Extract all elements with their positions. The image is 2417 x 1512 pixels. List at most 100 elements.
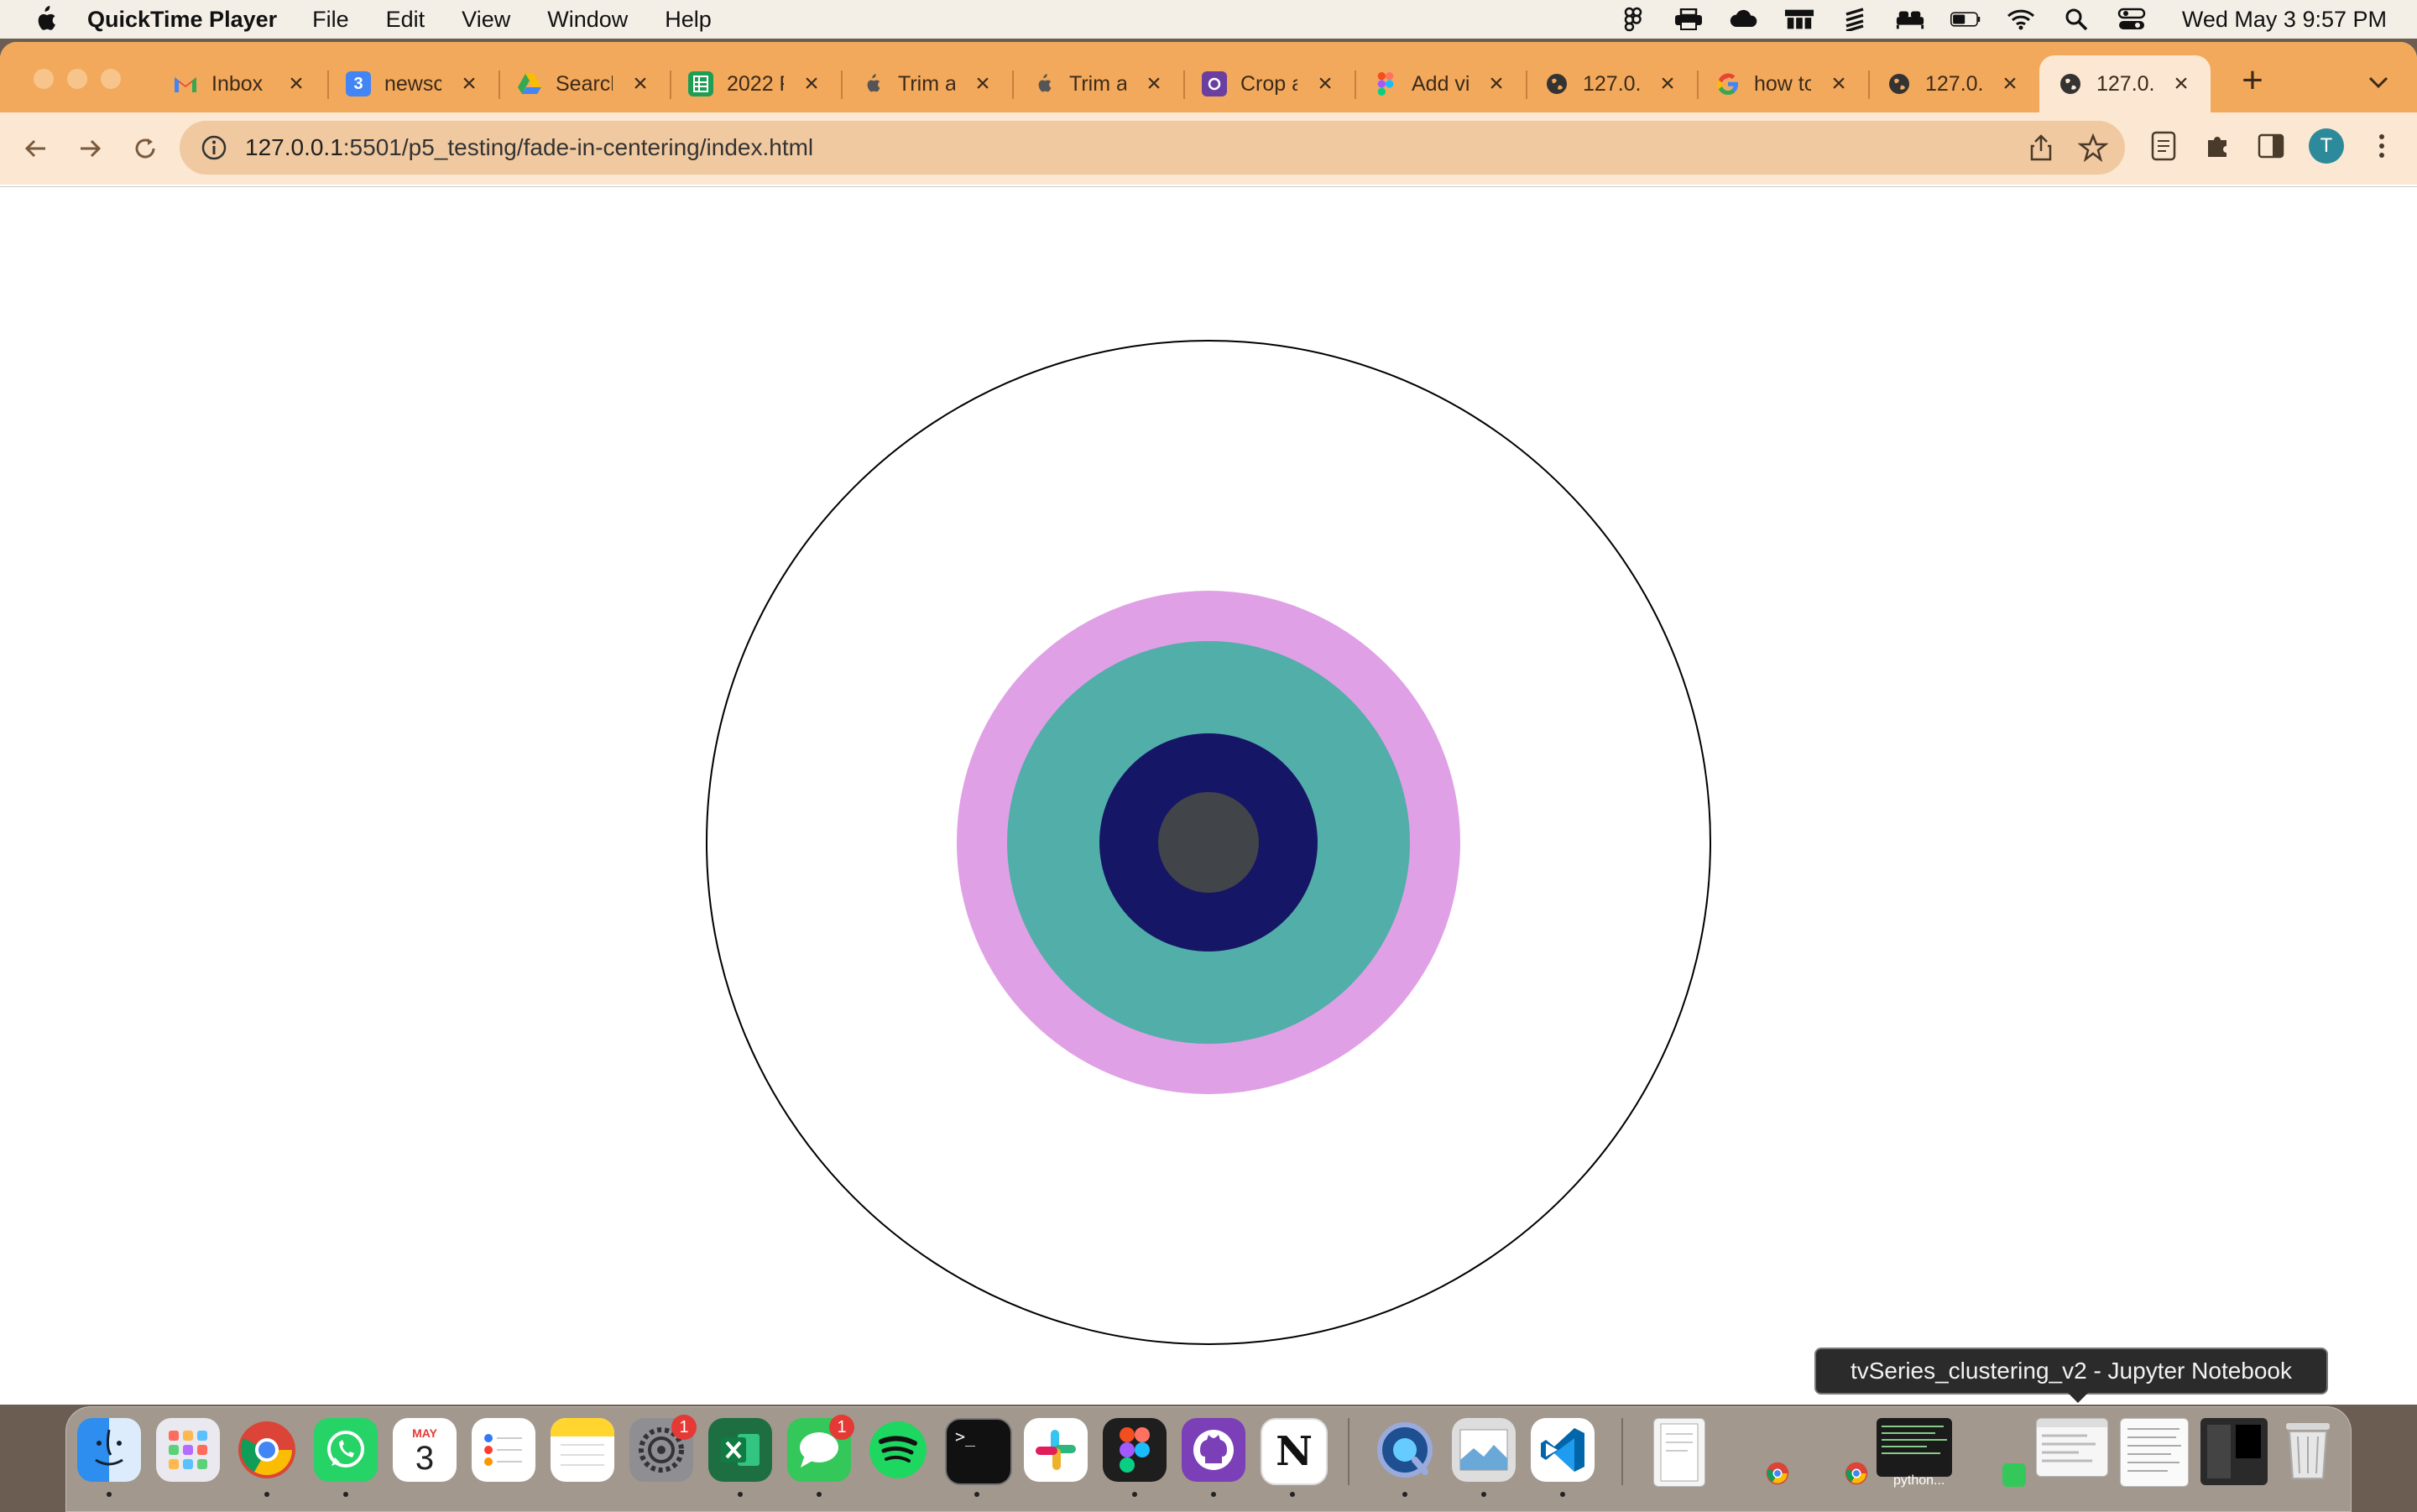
figma-icon[interactable]	[1618, 7, 1648, 32]
tab-localhost-2[interactable]: 127.0.0 ×	[1887, 60, 2021, 107]
vscode-icon[interactable]	[1531, 1418, 1595, 1482]
spotlight-search-icon[interactable]	[2061, 7, 2091, 32]
notion-icon[interactable]: N	[1261, 1418, 1328, 1485]
tab-calendar[interactable]: 3 newsc ×	[346, 60, 480, 107]
spotify-icon[interactable]	[866, 1418, 930, 1482]
launchpad-icon[interactable]	[156, 1418, 220, 1482]
excel-icon[interactable]	[708, 1418, 772, 1482]
printer-icon[interactable]	[1673, 7, 1704, 32]
tab-close-icon[interactable]: ×	[1999, 70, 2021, 98]
tab-close-icon[interactable]: ×	[1828, 70, 1850, 98]
apple-icon	[859, 71, 885, 96]
menubar-clock[interactable]: Wed May 3 9:57 PM	[2182, 7, 2387, 33]
menu-app-name[interactable]: QuickTime Player	[87, 7, 277, 33]
profile-button[interactable]: T	[2308, 128, 2345, 164]
tab-trim-2[interactable]: Trim a ×	[1031, 60, 1165, 107]
apple-menu-icon[interactable]	[32, 5, 57, 34]
tab-close-icon[interactable]: ×	[458, 70, 480, 98]
forward-button[interactable]	[69, 128, 111, 169]
tab-close-icon[interactable]: ×	[1485, 70, 1507, 98]
calendar-icon[interactable]: MAY 3	[393, 1418, 457, 1482]
tab-trim-1[interactable]: Trim a ×	[859, 60, 994, 107]
trash-icon[interactable]	[2276, 1418, 2340, 1482]
back-button[interactable]	[15, 128, 57, 169]
notes-icon[interactable]	[551, 1418, 614, 1482]
tab-localhost-active[interactable]: 127.0.0 ×	[2039, 55, 2211, 112]
battery-icon[interactable]	[1950, 7, 1981, 32]
downloads-stack-icon[interactable]	[1653, 1418, 1705, 1487]
window-close-button[interactable]	[34, 69, 54, 89]
tab-close-icon[interactable]: ×	[1657, 70, 1678, 98]
globe-icon	[1544, 71, 1569, 96]
bookmark-star-icon[interactable]	[2078, 133, 2108, 163]
finder-icon[interactable]	[77, 1418, 141, 1482]
slack-icon[interactable]	[1024, 1418, 1088, 1482]
gmail-icon	[173, 71, 198, 96]
creative-cloud-icon[interactable]	[1729, 7, 1759, 32]
side-panel-button[interactable]	[2253, 128, 2289, 164]
quicktime-icon[interactable]	[1373, 1418, 1437, 1482]
window-minimize-button[interactable]	[67, 69, 87, 89]
site-info-icon[interactable]	[200, 133, 228, 162]
address-bar[interactable]: 127.0.0.1:5501/p5_testing/fade-in-center…	[180, 121, 2125, 175]
chrome-menu-button[interactable]	[2363, 128, 2400, 164]
terminal-icon[interactable]: >_	[945, 1418, 1012, 1485]
menu-edit[interactable]: Edit	[386, 7, 425, 33]
tab-close-icon[interactable]: ×	[629, 70, 651, 98]
chrome-icon[interactable]	[235, 1418, 299, 1482]
tab-drive-search[interactable]: Search ×	[517, 60, 651, 107]
browser-window: Inbox ( × 3 newsc × Search × 2022 F ×	[0, 42, 2417, 1405]
extensions-button[interactable]	[2199, 128, 2236, 164]
minimized-python-window[interactable]	[1877, 1418, 1952, 1477]
p5-canvas[interactable]	[0, 187, 2417, 1405]
terminal-prompt: >_	[955, 1426, 976, 1447]
reminders-icon[interactable]	[472, 1418, 535, 1482]
kebab-menu-icon	[2379, 134, 2384, 158]
url-text[interactable]: 127.0.0.1:5501/p5_testing/fade-in-center…	[245, 134, 813, 161]
tab-close-icon[interactable]: ×	[1143, 70, 1165, 98]
tab-close-icon[interactable]: ×	[972, 70, 994, 98]
tab-inbox[interactable]: Inbox ( ×	[173, 60, 307, 107]
calendar-day: 3	[415, 1440, 435, 1477]
tab-google-search[interactable]: how to ×	[1715, 60, 1850, 107]
menu-view[interactable]: View	[462, 7, 510, 33]
minimized-dark-window[interactable]	[2200, 1418, 2268, 1485]
wifi-icon[interactable]	[2006, 7, 2036, 32]
tab-search-chevron-icon[interactable]	[2365, 69, 2392, 96]
control-center-icon[interactable]	[2117, 7, 2147, 32]
whatsapp-icon[interactable]	[314, 1418, 378, 1482]
tab-close-icon[interactable]: ×	[2170, 70, 2192, 98]
tab-localhost-1[interactable]: 127.0.0 ×	[1544, 60, 1678, 107]
minimized-jupyter-window[interactable]	[2036, 1418, 2108, 1477]
reload-button[interactable]	[124, 128, 166, 169]
reading-list-button[interactable]	[2145, 128, 2182, 164]
figma-icon	[1373, 71, 1398, 96]
tab-label: Trim a	[1069, 71, 1126, 96]
dock-divider	[1348, 1418, 1349, 1485]
preview-icon[interactable]	[1452, 1418, 1516, 1482]
github-desktop-icon[interactable]	[1182, 1418, 1245, 1482]
tab-label: Add vi	[1412, 71, 1469, 96]
tab-add-video[interactable]: Add vi ×	[1373, 60, 1507, 107]
window-zoom-button[interactable]	[101, 69, 121, 89]
figma-app-icon[interactable]	[1103, 1418, 1167, 1482]
menu-file[interactable]: File	[312, 7, 349, 33]
arrow-left-icon	[24, 139, 45, 158]
tab-close-icon[interactable]: ×	[801, 70, 822, 98]
google-icon	[1715, 71, 1741, 96]
menu-window[interactable]: Window	[547, 7, 628, 33]
bartender-icon[interactable]	[1784, 7, 1814, 32]
tab-sheets[interactable]: 2022 F ×	[688, 60, 822, 107]
tab-close-icon[interactable]: ×	[1314, 70, 1336, 98]
bed-icon[interactable]	[1895, 7, 1925, 32]
tab-close-icon[interactable]: ×	[285, 70, 307, 98]
menu-help[interactable]: Help	[665, 7, 712, 33]
side-panel-icon	[2258, 133, 2284, 159]
tab-crop[interactable]: Crop a ×	[1202, 60, 1336, 107]
minimized-document-window[interactable]	[2120, 1418, 2189, 1487]
calendar-month: MAY	[412, 1426, 437, 1440]
tab-label: 127.0.0	[1925, 71, 1982, 96]
share-icon[interactable]	[2026, 133, 2056, 163]
stripe-icon[interactable]	[1840, 7, 1870, 32]
new-tab-button[interactable]: +	[2234, 62, 2271, 101]
